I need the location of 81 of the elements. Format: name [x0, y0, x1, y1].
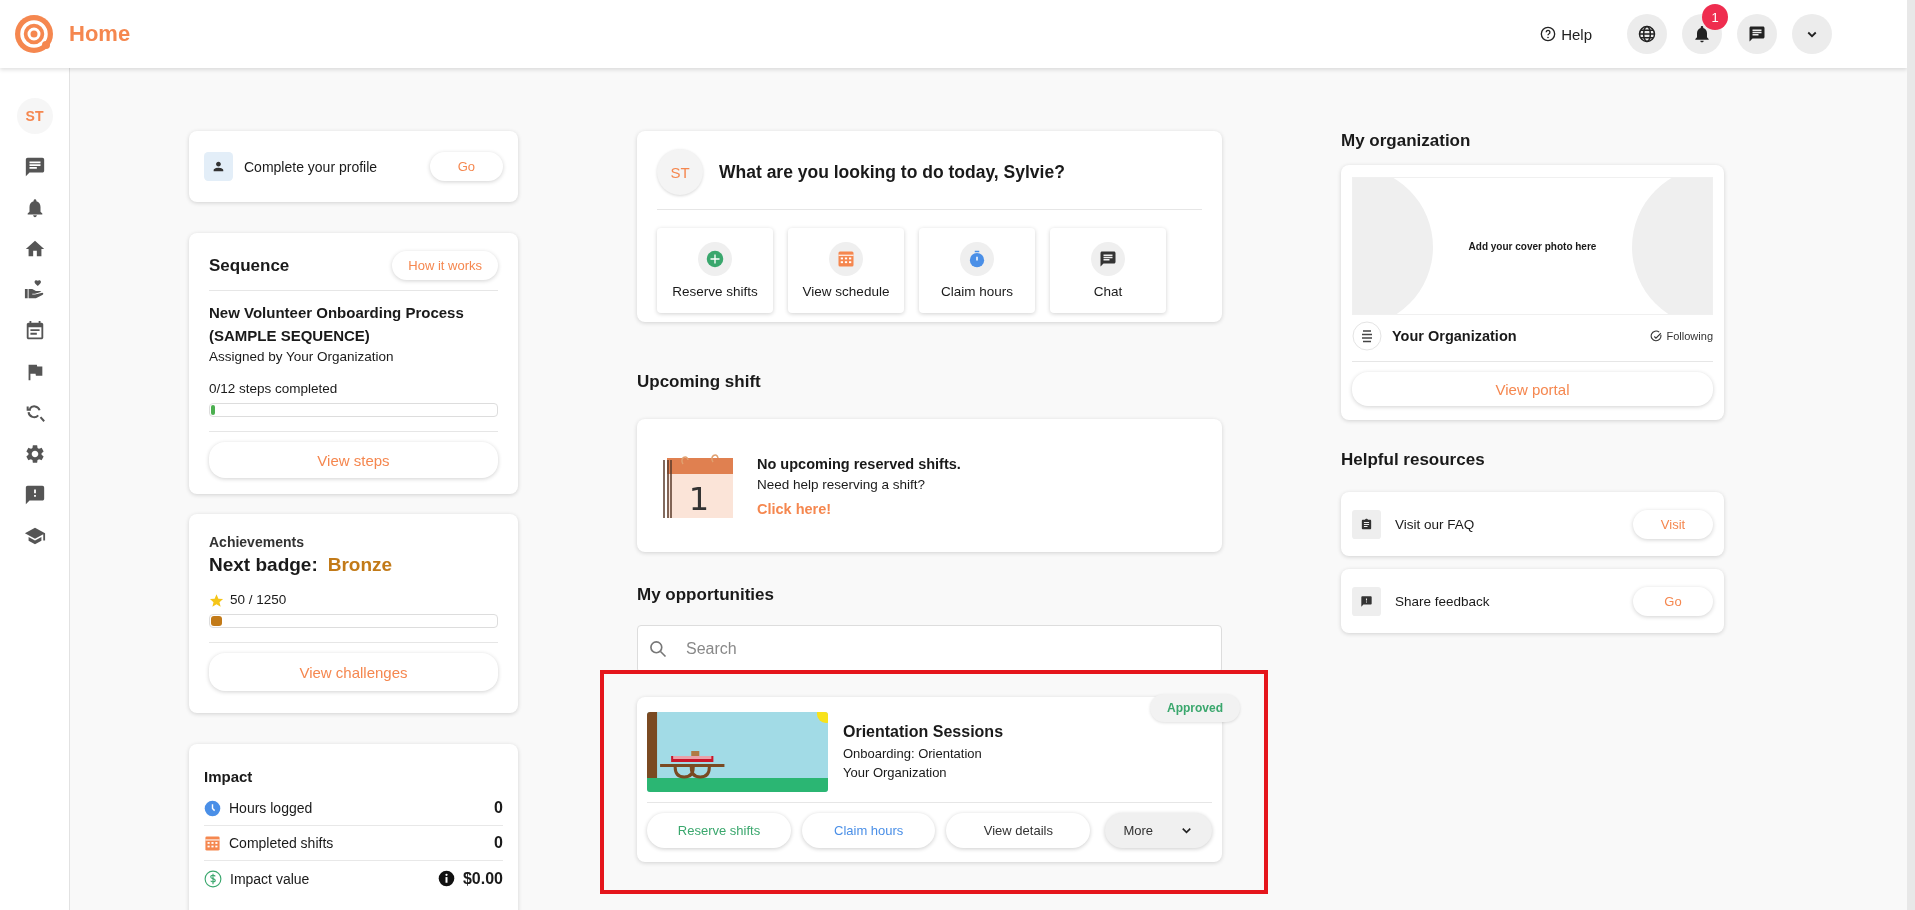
search-field[interactable]: Search: [637, 625, 1222, 673]
notification-count: 1: [1702, 4, 1728, 30]
chat-icon: [1099, 250, 1117, 268]
info-icon[interactable]: [437, 870, 455, 887]
view-portal-button[interactable]: View portal: [1352, 372, 1713, 406]
section-heading: Helpful resources: [1341, 450, 1486, 470]
schedule-tile[interactable]: View schedule: [788, 228, 904, 313]
chat-icon[interactable]: [23, 156, 46, 178]
clock-icon: [204, 799, 221, 817]
impact-value: 0: [494, 799, 503, 817]
globe-icon: [1637, 24, 1657, 44]
chat-icon: [1748, 25, 1766, 43]
card-title: Sequence: [209, 255, 290, 276]
cover-placeholder[interactable]: Add your cover photo here: [1352, 177, 1713, 315]
impact-label: Impact value: [230, 870, 311, 887]
user-avatar: ST: [657, 149, 703, 195]
greeting-text: What are you looking to do today, Sylvie?: [719, 161, 1065, 183]
organization-logo: [1352, 321, 1382, 351]
impact-value: $0.00: [462, 869, 503, 888]
calendar-icon: [204, 834, 221, 852]
messages-button[interactable]: [1737, 14, 1777, 54]
empty-message: No upcoming reserved shifts.: [757, 454, 961, 474]
status-badge: Approved: [1150, 694, 1240, 722]
impact-label: Hours logged: [229, 800, 314, 816]
dollar-icon: [204, 869, 222, 888]
view-challenges-button[interactable]: View challenges: [209, 653, 498, 691]
settings-icon[interactable]: [23, 443, 46, 465]
assigned-by: Assigned by Your Organization: [209, 348, 395, 366]
click-here-link[interactable]: Click here!: [757, 500, 832, 517]
card-title: Impact: [204, 768, 254, 785]
help-button[interactable]: Help: [1534, 24, 1598, 44]
opportunity-title: Orientation Sessions: [843, 722, 1004, 741]
section-heading: My opportunities: [637, 585, 775, 605]
details-button[interactable]: View details: [946, 813, 1091, 848]
person-icon: [204, 152, 233, 181]
clipboard-icon: [1352, 509, 1381, 539]
plus-circle-icon: [706, 250, 724, 268]
reserve-button[interactable]: Reserve shifts: [647, 813, 792, 848]
following-status[interactable]: Following: [1649, 329, 1713, 343]
claim-tile[interactable]: Claim hours: [919, 228, 1035, 313]
calendar-icon: [837, 250, 855, 268]
resource-label: Visit our FAQ: [1395, 516, 1476, 532]
opportunity-organization: Your Organization: [843, 763, 948, 782]
profile-prompt: Complete your profile: [244, 158, 379, 175]
impact-label: Completed shifts: [229, 835, 335, 851]
language-button[interactable]: [1627, 14, 1667, 54]
feedback-icon[interactable]: [23, 484, 46, 506]
view-steps-button[interactable]: View steps: [209, 442, 498, 478]
help-icon: [1540, 26, 1557, 42]
claim-button[interactable]: Claim hours: [802, 813, 936, 848]
badge-name: Bronze: [327, 554, 393, 576]
section-heading: Upcoming shift: [637, 372, 762, 392]
logo-icon: [14, 14, 54, 54]
more-button[interactable]: More: [1105, 813, 1212, 848]
organization-name: Your Organization: [1392, 328, 1518, 344]
go-button[interactable]: Go: [429, 152, 503, 181]
feedback-icon: [1352, 586, 1381, 616]
how-it-works-button[interactable]: How it works: [392, 251, 498, 280]
resource-button[interactable]: Go: [1633, 586, 1713, 616]
impact-value: 0: [494, 834, 503, 852]
points-text: 50 / 1250: [230, 591, 287, 609]
bell-icon: [1692, 24, 1712, 44]
badge-label: Next badge:: [209, 554, 318, 576]
graduation-cap-icon[interactable]: [23, 525, 46, 547]
heart-hand-icon[interactable]: [23, 279, 46, 301]
section-heading: My organization: [1341, 131, 1472, 151]
stopwatch-icon: [968, 250, 986, 268]
help-text: Need help reserving a shift?: [757, 475, 927, 494]
card-title: Achievements: [209, 534, 305, 550]
user-avatar[interactable]: ST: [16, 98, 53, 134]
progress-text: 0/12 steps completed: [209, 380, 339, 398]
reserve-tile[interactable]: Reserve shifts: [657, 228, 773, 313]
resource-button[interactable]: Visit: [1633, 509, 1713, 539]
chat-tile[interactable]: Chat: [1050, 228, 1166, 313]
page-title: Home: [69, 21, 131, 47]
star-icon: [209, 592, 224, 608]
sequence-name: New Volunteer Onboarding Process (SAMPLE SEQUENCE): [209, 303, 465, 346]
opportunity-category: Onboarding: Orientation: [843, 744, 983, 763]
check-circle-icon: [1649, 329, 1663, 343]
cover-hint: Add your cover photo here: [1468, 240, 1597, 252]
resource-label: Share feedback: [1395, 593, 1491, 609]
